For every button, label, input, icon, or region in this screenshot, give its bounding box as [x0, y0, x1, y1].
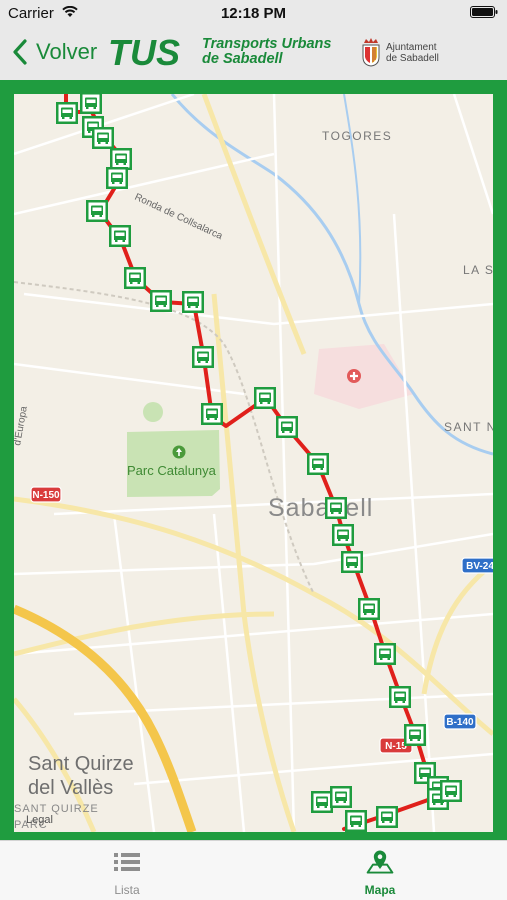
map-label-sant-n: SANT N — [444, 420, 493, 434]
bus-stop-icon[interactable] — [332, 524, 354, 546]
bus-stop-icon[interactable] — [440, 780, 462, 802]
map-label-ronda: Ronda de Collsalarca — [133, 192, 225, 243]
bus-stop-icon[interactable] — [389, 686, 411, 708]
status-time: 12:18 PM — [220, 5, 287, 22]
bus-stop-icon[interactable] — [150, 290, 172, 312]
tus-brand-text: Transports Urbans de Sabadell — [202, 37, 331, 67]
bus-stop-icon[interactable] — [56, 102, 78, 124]
bus-stop-icon[interactable] — [86, 200, 108, 222]
bus-stop-icon[interactable] — [307, 453, 329, 475]
bus-stop-icon[interactable] — [80, 94, 102, 114]
tus-logo-text: TUS — [108, 35, 180, 69]
bus-stop-icon[interactable] — [345, 810, 367, 832]
bus-stop-icon[interactable] — [341, 551, 363, 573]
brand-line1: Transports Urbans — [202, 36, 332, 52]
bus-stop-icon[interactable] — [110, 148, 132, 170]
bus-stop-icon[interactable] — [376, 806, 398, 828]
brand-line2: de Sabadell — [202, 51, 283, 67]
bus-stop-icon[interactable] — [254, 387, 276, 409]
map-legal-link: Legal — [26, 814, 53, 826]
minor-streets — [14, 94, 493, 832]
bus-stop-icon[interactable] — [325, 497, 347, 519]
back-button[interactable]: Volver — [12, 37, 97, 67]
crest-icon — [362, 38, 380, 67]
road-badge-n150-label: N-150 — [32, 490, 60, 501]
bus-stop-icon[interactable] — [106, 167, 128, 189]
map-label-la-s: LA S — [463, 263, 493, 277]
ajuntament-line1: Ajuntament — [386, 42, 437, 53]
status-bar: Carrier 12:18 PM — [0, 0, 507, 26]
ajuntament-label: Ajuntament de Sabadell — [386, 42, 439, 64]
bus-stop-icon[interactable] — [311, 791, 333, 813]
back-label: Volver — [36, 39, 98, 64]
road-badge-n15-label: N-15 — [385, 741, 407, 752]
hospital-area — [314, 344, 414, 409]
ajuntament-line2: de Sabadell — [386, 53, 439, 64]
bus-stop-icon[interactable] — [192, 346, 214, 368]
road-badge-b140: B-140 — [443, 713, 477, 730]
map-label-europa: d'Europa — [14, 405, 30, 446]
bus-route-line — [64, 94, 439, 831]
road-badge-bv24-label: BV-24 — [466, 561, 493, 572]
tab-lista-label: Lista — [114, 883, 140, 897]
tab-mapa-label: Mapa — [364, 883, 396, 897]
bus-stop-icon[interactable] — [358, 598, 380, 620]
map-view[interactable]: TOGORES LA S SANT N Ronda de Collsalarca… — [14, 94, 493, 832]
bus-stops-layer — [56, 94, 462, 832]
map-label-togores: TOGORES — [322, 129, 392, 143]
chevron-left-icon — [13, 39, 27, 65]
nav-bar: Volver TUS Transports Urbans de Sabadell… — [0, 26, 507, 80]
map-pin-icon — [366, 850, 394, 874]
map-label-sabadell: Sabadell — [268, 494, 373, 522]
map-label-sant-quirze-1: Sant Quirze — [28, 753, 134, 775]
tab-bar: Lista Mapa — [0, 840, 507, 900]
bus-stop-icon[interactable] — [276, 416, 298, 438]
bus-stop-icon[interactable] — [330, 786, 352, 808]
road-badge-n150: N-150 — [30, 486, 62, 503]
bus-stop-icon[interactable] — [109, 225, 131, 247]
main-roads — [14, 94, 493, 832]
tab-lista[interactable]: Lista — [67, 847, 187, 897]
river-branch — [343, 94, 362, 305]
bus-stop-icon[interactable] — [92, 127, 114, 149]
park-small-area — [143, 402, 163, 422]
road-badge-b140-label: B-140 — [446, 717, 474, 728]
bus-stop-icon[interactable] — [182, 291, 204, 313]
hospital-icon — [347, 369, 361, 383]
map-frame: TOGORES LA S SANT N Ronda de Collsalarca… — [0, 80, 507, 840]
battery-icon — [470, 6, 498, 18]
bus-stop-icon[interactable] — [374, 643, 396, 665]
map-label-parc: Parc Catalunya — [127, 463, 217, 478]
road-badge-bv24: BV-24 — [461, 557, 493, 574]
bus-stop-icon[interactable] — [404, 724, 426, 746]
map-label-sant-quirze-2: del Vallès — [28, 777, 113, 799]
list-icon — [114, 853, 140, 871]
tus-logo: TUS — [108, 35, 180, 69]
park-pin-icon — [172, 445, 186, 459]
bus-stop-icon[interactable] — [201, 403, 223, 425]
bus-stop-icon[interactable] — [124, 267, 146, 289]
map-canvas[interactable]: TOGORES LA S SANT N Ronda de Collsalarca… — [14, 94, 493, 832]
tab-mapa[interactable]: Mapa — [320, 847, 440, 897]
